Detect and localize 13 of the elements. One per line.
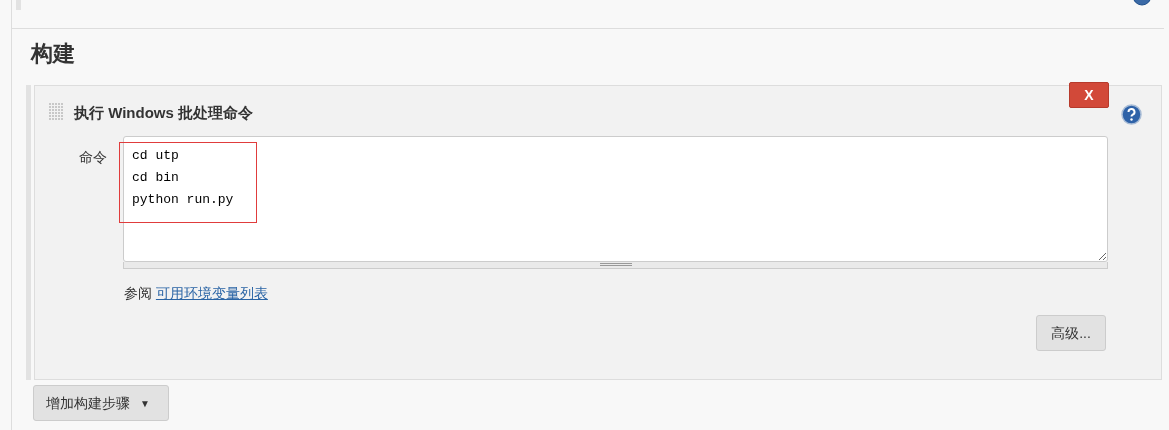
section-heading: 构建 [31,40,76,68]
resize-handle[interactable] [123,262,1108,269]
advanced-button[interactable]: 高级... [1036,315,1106,351]
env-variables-link[interactable]: 可用环境变量列表 [155,285,268,301]
step-title: 执行 Windows 批处理命令 [74,103,254,123]
delete-button[interactable]: X [1069,82,1109,108]
add-build-step-button[interactable]: 增加构建步骤 ▼ [33,385,169,421]
caret-icon: ▼ [140,395,150,411]
field-label: 命令 [79,148,107,167]
drag-handle-icon[interactable] [49,103,64,121]
see-also-text: 参阅 可用环境变量列表 [124,284,268,303]
help-icon[interactable] [1121,104,1142,125]
command-field[interactable]: cd utp cd bin python run.py [123,136,1108,262]
